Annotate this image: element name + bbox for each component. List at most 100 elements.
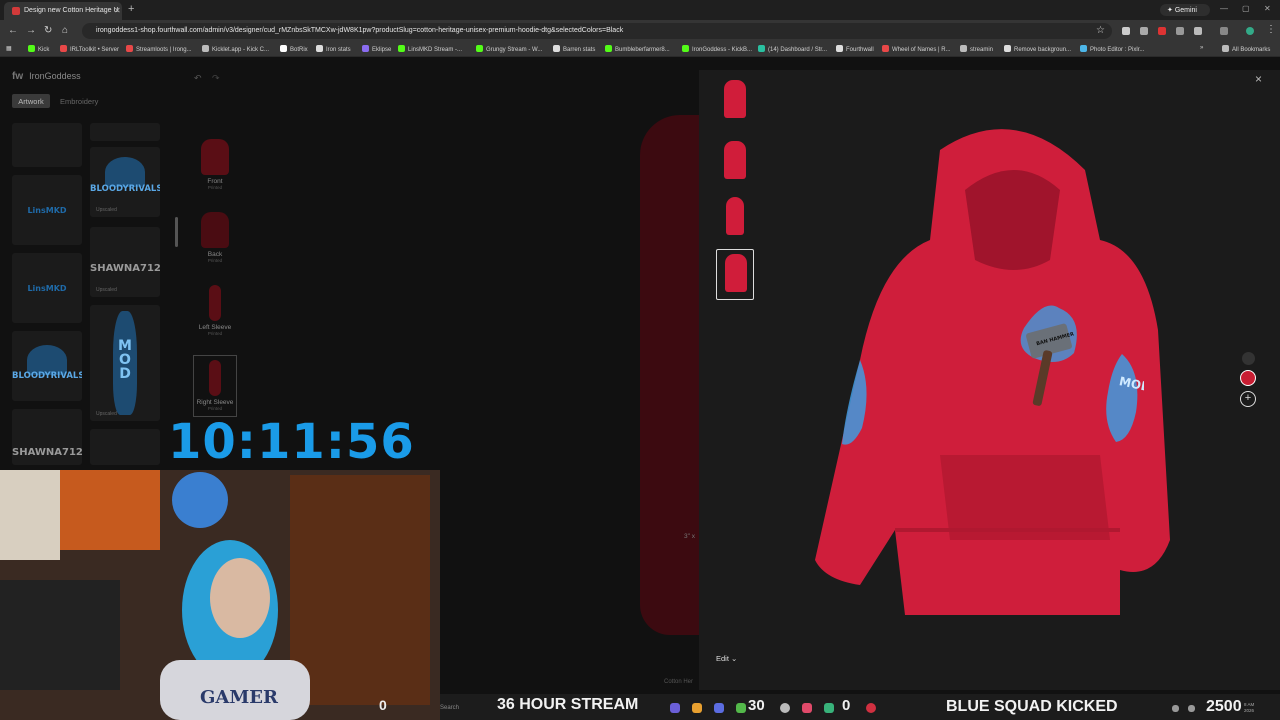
bookmark-item[interactable]: Remove backgroun...: [1004, 45, 1071, 53]
color-swatch-red[interactable]: [1240, 370, 1256, 386]
bookmark-item[interactable]: Fourthwall: [836, 45, 874, 53]
browser-tab[interactable]: Design new Cotton Heritage U ✕: [4, 2, 122, 20]
artwork-scrollbar[interactable]: [175, 217, 178, 247]
record-icon[interactable]: [866, 703, 876, 713]
artwork-tile[interactable]: LinsMKD: [12, 253, 82, 323]
hood-opening: [965, 170, 1060, 270]
stream-ticker: BLUE SQUAD KICKED: [946, 698, 1118, 715]
bookmark-item[interactable]: Wheel of Names | R...: [882, 45, 951, 53]
bookmark-folder[interactable]: streamin: [960, 45, 993, 53]
more-bookmarks-icon[interactable]: »: [1200, 45, 1203, 51]
bookmark-item[interactable]: Bumbleberfarmer8...: [605, 45, 670, 53]
network-icon[interactable]: [1188, 705, 1195, 712]
menu-kebab-icon[interactable]: ⋮: [1266, 24, 1276, 35]
bookmark-item[interactable]: Streamloots | Irong...: [126, 45, 192, 53]
artwork-tile[interactable]: [90, 429, 160, 465]
artwork-tile[interactable]: LinsMKD: [12, 175, 82, 245]
bookmark-item[interactable]: Eklipse: [362, 45, 391, 53]
discord-icon[interactable]: [714, 703, 724, 713]
side-front[interactable]: Front Printed: [193, 139, 237, 190]
taskbar-search[interactable]: Search: [440, 705, 459, 711]
bookmark-item[interactable]: (14) Dashboard / Str...: [758, 45, 827, 53]
bookmark-item[interactable]: BotRix: [280, 45, 308, 53]
new-tab-icon[interactable]: +: [128, 3, 134, 15]
extension-icon[interactable]: [1176, 27, 1184, 35]
artwork-tile[interactable]: [12, 123, 82, 167]
artwork-tile[interactable]: BLOODYRIVALS: [12, 331, 82, 401]
bookmark-item[interactable]: Barren stats: [553, 45, 595, 53]
side-back[interactable]: Back Printed: [193, 212, 237, 263]
bookmark-item[interactable]: Grungy Stream - W...: [476, 45, 542, 53]
ban-hammer-graphic: BAN HAMMER: [1020, 305, 1077, 406]
flame-graphic: [842, 360, 867, 445]
artwork-text: BLOODYRIVALS: [12, 371, 82, 381]
artwork-tile[interactable]: MOD Upscaled: [90, 305, 160, 421]
shirt-text: GAMER: [200, 687, 279, 708]
chrome-icon[interactable]: [692, 703, 702, 713]
app-icon[interactable]: [802, 703, 812, 713]
window-close-icon[interactable]: ✕: [1264, 4, 1271, 13]
undo-icon[interactable]: ↶: [194, 73, 202, 84]
extension-icon[interactable]: [1158, 27, 1166, 35]
xbox-icon[interactable]: [736, 703, 746, 713]
artwork-tile[interactable]: BLOODYRIVALS Upscaled: [90, 147, 160, 217]
bookmark-item[interactable]: IRLToolkit • Server: [60, 45, 119, 53]
color-swatch-black[interactable]: [1242, 352, 1255, 365]
irltoolkit-icon: [60, 45, 67, 52]
artwork-tile[interactable]: SHAWNA712: [12, 409, 82, 465]
close-icon[interactable]: ×: [1255, 72, 1262, 86]
apps-grid-icon[interactable]: ▦: [6, 45, 12, 52]
tray-chevron-icon[interactable]: [1172, 705, 1179, 712]
profile-avatar-icon[interactable]: [1246, 27, 1254, 35]
bookmark-star-icon[interactable]: ☆: [1096, 25, 1105, 36]
bookmark-item[interactable]: Photo Editor : Pixlr...: [1080, 45, 1144, 53]
side-label: Right Sleeve: [196, 399, 234, 406]
side-left-sleeve[interactable]: Left Sleeve Printed: [193, 285, 237, 336]
bookmark-item[interactable]: Kick: [28, 45, 49, 53]
settings-icon[interactable]: [780, 703, 790, 713]
pixlr-icon: [1080, 45, 1087, 52]
bookmark-item[interactable]: Iron stats: [316, 45, 351, 53]
bookmark-item[interactable]: LinsMKD Stream -...: [398, 45, 462, 53]
minimize-icon[interactable]: —: [1220, 4, 1228, 13]
follower-count: 0: [842, 697, 851, 714]
sidepanel-icon[interactable]: [1220, 27, 1228, 35]
system-clock: 8 AM 2026: [1244, 702, 1255, 713]
all-bookmarks[interactable]: All Bookmarks: [1222, 45, 1270, 53]
mockup-thumb-back[interactable]: [716, 137, 754, 185]
artwork-text: LinsMKD: [27, 206, 67, 215]
bookmark-item[interactable]: Kicklet.app - Kick C...: [202, 45, 269, 53]
side-status: Printed: [207, 185, 223, 190]
edit-dropdown-button[interactable]: Edit ⌄: [716, 654, 737, 663]
kicklet-icon: [202, 45, 209, 52]
bookmark-item[interactable]: IronGoddess - KickB...: [682, 45, 752, 53]
maximize-icon[interactable]: ▢: [1242, 4, 1250, 13]
forward-icon[interactable]: →: [26, 25, 36, 36]
tab-embroidery[interactable]: Embroidery: [60, 97, 98, 106]
extension-icon[interactable]: [1122, 27, 1130, 35]
viewer-count: 30: [748, 697, 765, 714]
artwork-tile[interactable]: [90, 123, 160, 141]
flame-poster: [60, 470, 160, 550]
extension-icon[interactable]: [1140, 27, 1148, 35]
tab-artwork[interactable]: Artwork: [12, 94, 50, 108]
artwork-tile[interactable]: SHAWNA712 Upscaled: [90, 227, 160, 297]
side-right-sleeve[interactable]: Right Sleeve Printed: [193, 355, 237, 417]
reload-icon[interactable]: ↻: [44, 25, 52, 36]
url-input[interactable]: irongoddess1-shop.fourthwall.com/admin/v…: [82, 23, 1112, 39]
mockup-thumb-side[interactable]: [716, 193, 754, 241]
gemini-button[interactable]: ✦ Gemini: [1160, 4, 1210, 16]
home-icon[interactable]: ⌂: [62, 25, 68, 36]
app-icon[interactable]: [824, 703, 834, 713]
bookmarks-bar: ▦ Kick IRLToolkit • Server Streamloots |…: [0, 42, 1280, 57]
redo-icon[interactable]: ↷: [212, 73, 220, 84]
tab-close-icon[interactable]: ✕: [114, 6, 121, 15]
back-icon[interactable]: ←: [8, 25, 18, 36]
streamloots-icon: [126, 45, 133, 52]
mockup-thumb-front[interactable]: [716, 76, 754, 124]
artwork-badge: Upscaled: [96, 287, 117, 293]
app-icon[interactable]: [670, 703, 680, 713]
add-color-icon[interactable]: +: [1240, 391, 1256, 407]
mockup-thumb-angle[interactable]: [716, 249, 754, 300]
extensions-puzzle-icon[interactable]: [1194, 27, 1202, 35]
